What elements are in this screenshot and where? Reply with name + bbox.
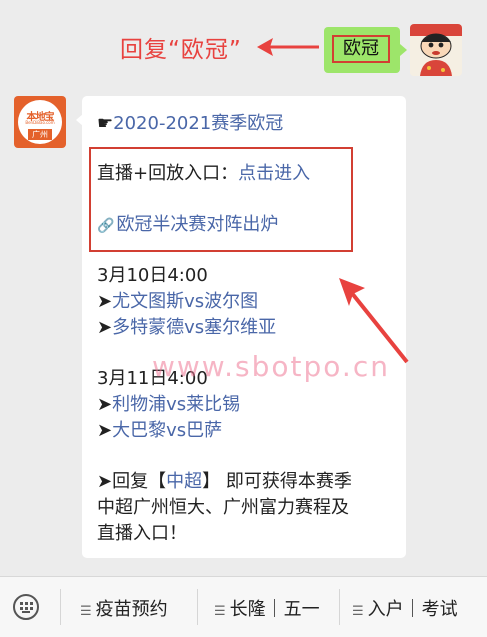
- menu-divider: [60, 589, 61, 625]
- arrow-bullet-icon: ➤: [97, 317, 113, 338]
- live-entry-label: 直播+回放入口：: [97, 163, 239, 184]
- annotation-text: 回复“欧冠”: [120, 37, 242, 63]
- reply-hint-line-1: ➤回复【中超】 即可获得本赛季: [97, 470, 352, 494]
- annotation-arrow-icon: [257, 38, 319, 56]
- match-link-4[interactable]: 大巴黎vs巴萨: [112, 420, 222, 441]
- live-entry-line: 直播+回放入口：点击进入: [97, 162, 310, 186]
- link-icon: 🔗: [97, 218, 115, 234]
- match-line-4: ➤大巴黎vs巴萨: [97, 419, 222, 443]
- user-avatar[interactable]: [410, 24, 462, 76]
- reply-keyword-link[interactable]: 中超: [166, 471, 202, 492]
- match-date-1: 3月10日4:00: [97, 265, 208, 286]
- bot-domain-text: BenDiBao.com: [25, 120, 55, 125]
- pointer-arrow-icon: [339, 278, 409, 364]
- season-title-link[interactable]: 2020-2021赛季欧冠: [113, 113, 283, 134]
- bot-city-tag: 广州: [28, 129, 52, 140]
- match-link-2[interactable]: 多特蒙德vs塞尔维亚: [112, 317, 276, 338]
- arrow-bullet-icon: ➤: [97, 394, 113, 415]
- keyboard-icon[interactable]: [13, 594, 39, 620]
- match-line-3: ➤利物浦vs莱比锡: [97, 393, 240, 417]
- match-line-2: ➤多特蒙德vs塞尔维亚: [97, 316, 276, 340]
- reply-hint-line-3: 直播入口！: [97, 523, 187, 544]
- message-title: ☛2020-2021赛季欧冠: [97, 112, 283, 136]
- menu-item-label: 疫苗预约: [95, 599, 168, 620]
- match-link-3[interactable]: 利物浦vs莱比锡: [112, 394, 240, 415]
- menu-item-vaccine[interactable]: ☰ 疫苗预约: [80, 595, 168, 621]
- match-link-1[interactable]: 尤文图斯vs波尔图: [112, 291, 258, 312]
- sent-message-text: 欧冠: [332, 35, 390, 63]
- cartoon-avatar-icon: [410, 24, 462, 76]
- menu-list-icon: ☰: [214, 604, 226, 619]
- match-line-1: ➤尤文图斯vs波尔图: [97, 290, 258, 314]
- sent-bubble-tail: [400, 44, 407, 56]
- bot-avatar[interactable]: 本地宝 BenDiBao.com 广州: [14, 96, 66, 148]
- menu-divider: [197, 589, 198, 625]
- pointing-hand-icon: ☛: [97, 113, 114, 134]
- live-entry-link[interactable]: 点击进入: [238, 163, 310, 184]
- reply-hint-line-2: 中超广州恒大、广州富力赛程及: [97, 497, 349, 518]
- sent-message-bubble[interactable]: 欧冠: [324, 27, 400, 73]
- menu-divider: [339, 589, 340, 625]
- menu-item-chimelong[interactable]: ☰ 长隆｜五一: [214, 595, 320, 621]
- menu-item-hukou[interactable]: ☰ 入户｜考试: [352, 595, 458, 621]
- menu-list-icon: ☰: [80, 604, 92, 619]
- menu-item-label: 入户｜考试: [367, 599, 458, 620]
- article-link[interactable]: 欧冠半决赛对阵出炉: [116, 214, 278, 235]
- reply-bracket-open: 【: [148, 471, 167, 492]
- reply-prefix: ➤回复: [97, 471, 149, 492]
- menu-list-icon: ☰: [352, 604, 364, 619]
- menu-item-label: 长隆｜五一: [229, 599, 320, 620]
- article-link-line[interactable]: 🔗 欧冠半决赛对阵出炉: [97, 213, 278, 238]
- reply-rest: 即可获得本赛季: [220, 471, 352, 492]
- bottom-menu-bar: ☰ 疫苗预约 ☰ 长隆｜五一 ☰ 入户｜考试: [0, 576, 487, 637]
- arrow-bullet-icon: ➤: [97, 291, 113, 312]
- reply-bracket-close: 】: [202, 471, 221, 492]
- arrow-bullet-icon: ➤: [97, 420, 113, 441]
